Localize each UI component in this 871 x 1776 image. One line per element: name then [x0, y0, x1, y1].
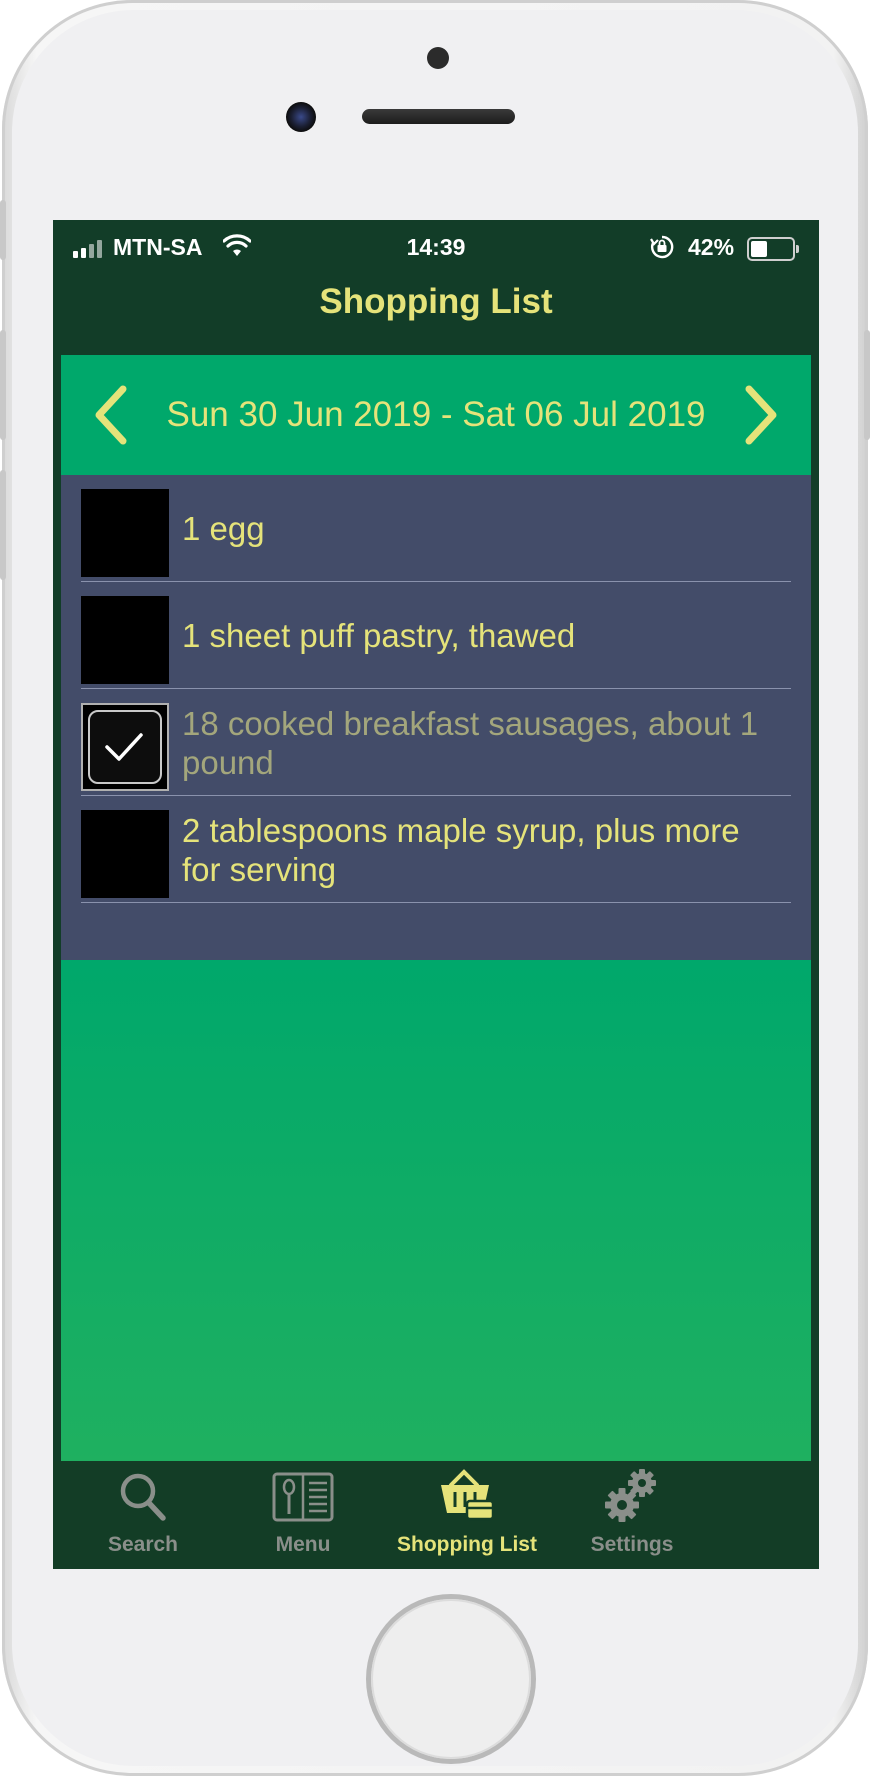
item-text: 18 cooked breakfast sausages, about 1 po…: [182, 705, 759, 781]
item-checkbox[interactable]: [81, 596, 169, 684]
volume-up-button: [0, 330, 6, 440]
item-checkbox-checked[interactable]: [81, 703, 169, 791]
home-button[interactable]: [371, 1599, 531, 1759]
list-item: 1 egg: [81, 475, 791, 582]
item-checkbox[interactable]: [81, 489, 169, 577]
menu-book-icon: [272, 1472, 334, 1522]
tab-label: Settings: [590, 1533, 674, 1556]
tab-settings[interactable]: Settings: [537, 1461, 727, 1569]
battery-level-fill: [751, 241, 767, 257]
gears-icon: [605, 1469, 656, 1522]
list-item: 1 sheet puff pastry, thawed: [81, 582, 791, 689]
item-checkbox[interactable]: [81, 810, 169, 898]
list-item: 18 cooked breakfast sausages, about 1 po…: [81, 689, 791, 796]
power-button: [864, 330, 870, 440]
battery-icon: [747, 237, 799, 261]
empty-content-area: [61, 960, 811, 1461]
item-text: 2 tablespoons maple syrup, plus more for…: [182, 812, 740, 888]
checkmark-icon: [105, 733, 143, 761]
list-item: 2 tablespoons maple syrup, plus more for…: [81, 796, 791, 903]
tab-label: Menu: [275, 1533, 331, 1556]
volume-down-button: [0, 470, 6, 580]
tab-label: Shopping List: [397, 1533, 537, 1556]
mute-switch: [0, 200, 6, 260]
rotation-lock-icon: [649, 234, 675, 266]
page-title: Shopping List: [319, 282, 553, 321]
proximity-sensor: [427, 47, 449, 69]
app-screen: MTN-SA 14:39 42% Shopping List Sun 30 Ju…: [53, 220, 819, 1569]
item-text: 1 egg: [182, 510, 265, 547]
item-text: 1 sheet puff pastry, thawed: [182, 617, 576, 654]
week-selector: Sun 30 Jun 2019 - Sat 06 Jul 2019: [61, 355, 811, 475]
tab-bar: Search Menu Shopping List Settings: [53, 1461, 819, 1569]
tab-menu[interactable]: Menu: [208, 1461, 398, 1569]
shopping-list: 1 egg 1 sheet puff pastry, thawed 18 coo…: [61, 475, 811, 960]
battery-percentage: 42%: [688, 234, 735, 260]
checkbox-inner: [88, 710, 162, 784]
week-range-label: Sun 30 Jun 2019 - Sat 06 Jul 2019: [166, 395, 706, 434]
next-week-button[interactable]: [729, 383, 789, 447]
status-bar: MTN-SA 14:39 42%: [53, 220, 819, 276]
search-icon: [120, 1473, 166, 1521]
chevron-right-icon: [745, 385, 777, 445]
earpiece-speaker: [362, 109, 515, 124]
front-camera: [286, 102, 316, 132]
tab-shopping-list[interactable]: Shopping List: [372, 1461, 562, 1569]
shopping-basket-icon: [441, 1469, 495, 1521]
